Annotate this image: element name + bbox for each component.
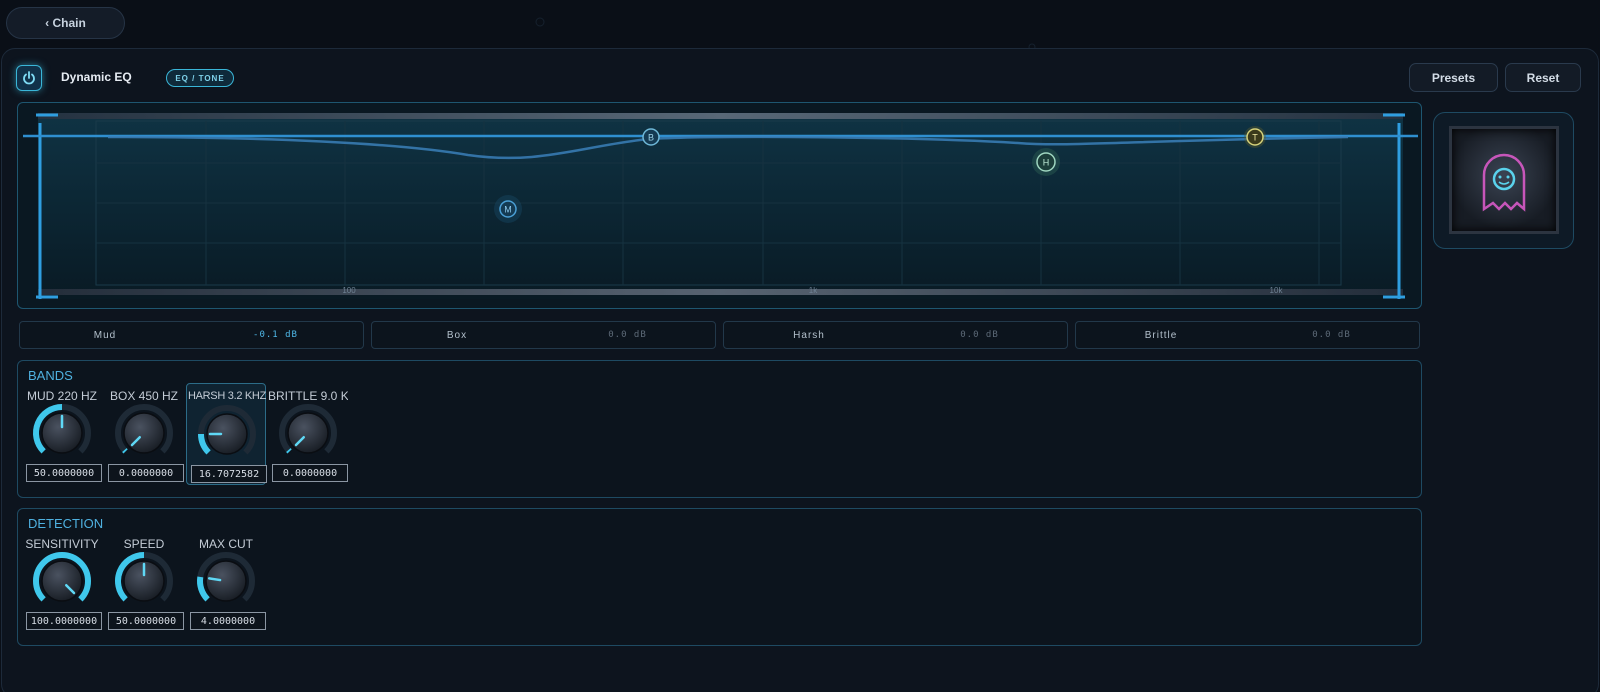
knob-dial[interactable] — [194, 551, 258, 611]
knob-sensitivity[interactable]: SENSITIVITY 100.0000000 — [22, 531, 102, 633]
knob-label: BRITTLE 9.0 K... — [268, 389, 348, 403]
freq-label-10k: 10k — [1270, 286, 1284, 295]
svg-text:M: M — [504, 205, 512, 215]
knob-value-field[interactable]: 0.0000000 — [272, 464, 348, 482]
knob-label: MAX CUT — [199, 537, 253, 551]
knob-dial[interactable] — [195, 404, 259, 464]
knob-box[interactable]: BOX 450 HZ 0.0000000 — [104, 383, 184, 485]
knob-max-cut[interactable]: MAX CUT 4.0000000 — [186, 531, 266, 633]
eq-node-mud[interactable]: M — [494, 195, 522, 223]
detection-title: DETECTION — [28, 516, 104, 531]
knob-value-field[interactable]: 50.0000000 — [26, 464, 102, 482]
plugin-title: Dynamic EQ — [61, 70, 132, 84]
readout-brittle-value: 0.0 dB — [1312, 330, 1351, 340]
knob-dial[interactable] — [112, 551, 176, 611]
back-to-chain-button[interactable]: ‹ Chain — [6, 7, 125, 39]
eq-display[interactable]: 100 1k 10k M B H T — [17, 102, 1422, 309]
knob-dial[interactable] — [112, 403, 176, 463]
ghost-icon — [1482, 153, 1526, 212]
knob-speed[interactable]: SPEED 50.0000000 — [104, 531, 184, 633]
readout-harsh: Harsh 0.0 dB — [723, 321, 1068, 349]
plugin-artwork-frame — [1433, 112, 1574, 249]
readout-brittle-name: Brittle — [1144, 330, 1178, 341]
svg-text:H: H — [1043, 158, 1050, 168]
knob-label: HARSH 3.2 KHZ — [187, 390, 266, 402]
knob-value-field[interactable]: 50.0000000 — [108, 612, 184, 630]
knob-label: BOX 450 HZ — [109, 389, 179, 403]
presets-button[interactable]: Presets — [1409, 63, 1498, 92]
readout-box-name: Box — [446, 330, 468, 341]
eq-node-brittle[interactable]: T — [1244, 126, 1266, 148]
eq-node-box[interactable]: B — [642, 128, 660, 146]
knob-mud[interactable]: MUD 220 HZ 50.0000000 — [22, 383, 102, 485]
freq-label-100: 100 — [342, 286, 356, 295]
svg-text:B: B — [648, 133, 654, 143]
readout-harsh-name: Harsh — [793, 330, 825, 341]
knob-value-field[interactable]: 0.0000000 — [108, 464, 184, 482]
readout-box-value: 0.0 dB — [608, 330, 647, 340]
category-badge: EQ / TONE — [166, 69, 234, 87]
knob-label: MUD 220 HZ — [26, 389, 97, 403]
knob-value-field[interactable]: 4.0000000 — [190, 612, 266, 630]
readout-mud-name: Mud — [93, 330, 117, 341]
readout-brittle: Brittle 0.0 dB — [1075, 321, 1420, 349]
knob-value-field[interactable]: 100.0000000 — [26, 612, 102, 630]
knob-dial[interactable] — [30, 551, 94, 611]
knob-brittle[interactable]: BRITTLE 9.0 K... 0.0000000 — [268, 383, 348, 485]
knob-dial[interactable] — [276, 403, 340, 463]
readout-mud-value: -0.1 dB — [253, 330, 298, 340]
eq-node-harsh[interactable]: H — [1032, 148, 1060, 176]
freq-label-1k: 1k — [809, 286, 818, 295]
power-icon — [23, 71, 35, 85]
plugin-artwork — [1449, 126, 1559, 234]
detection-section: DETECTION SENSITIVITY 100.0000000 SPEED … — [17, 508, 1422, 646]
power-toggle-button[interactable] — [16, 65, 42, 91]
reset-button[interactable]: Reset — [1505, 63, 1581, 92]
bands-section: BANDS MUD 220 HZ 50.0000000 BOX 450 HZ 0… — [17, 360, 1422, 498]
svg-text:T: T — [1252, 133, 1258, 143]
knob-label: SPEED — [123, 537, 165, 551]
knob-harsh[interactable]: HARSH 3.2 KHZ 16.7072582 — [186, 383, 267, 485]
eq-curve-canvas[interactable]: 100 1k 10k M B H T — [18, 103, 1423, 310]
readout-mud: Mud -0.1 dB — [19, 321, 364, 349]
readout-box: Box 0.0 dB — [371, 321, 716, 349]
bands-title: BANDS — [28, 368, 73, 383]
knob-dial[interactable] — [30, 403, 94, 463]
knob-label: SENSITIVITY — [25, 537, 99, 551]
knob-value-field[interactable]: 16.7072582 — [191, 465, 267, 483]
readout-harsh-value: 0.0 dB — [960, 330, 999, 340]
